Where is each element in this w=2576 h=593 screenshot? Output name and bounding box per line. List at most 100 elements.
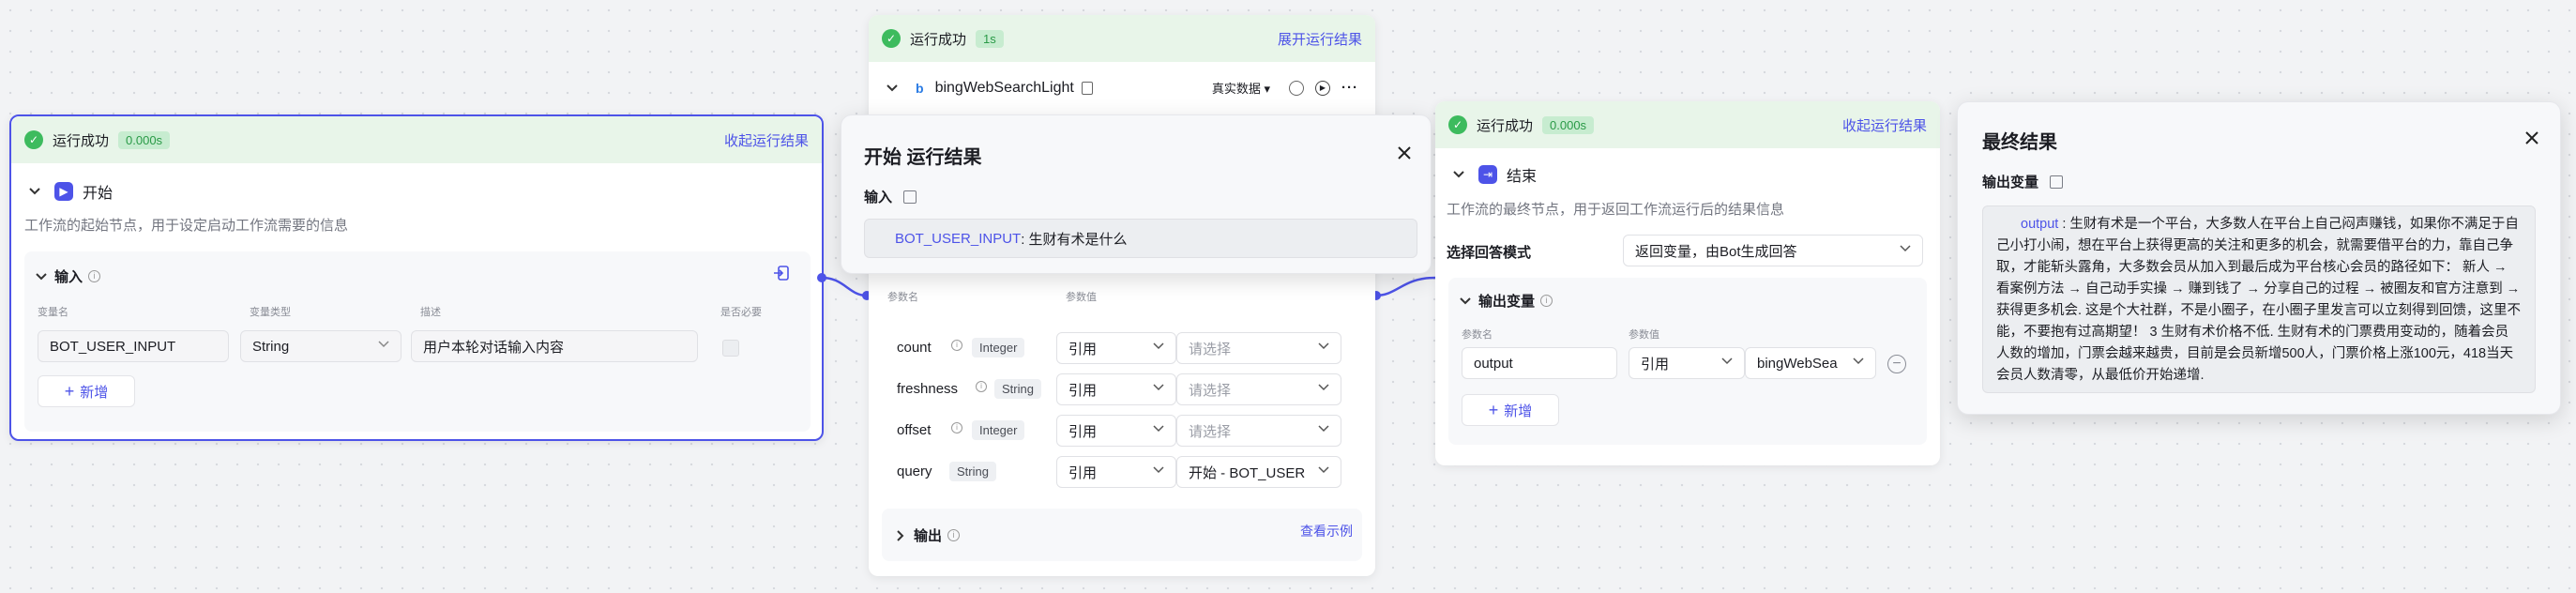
chevron-down-icon[interactable] bbox=[1452, 168, 1465, 181]
remove-icon[interactable]: − bbox=[1887, 355, 1906, 373]
section-title: 输入 bbox=[54, 269, 83, 285]
output-var-name-input[interactable]: output bbox=[1462, 347, 1617, 379]
data-mode-select[interactable]: 真实数据 ▾ bbox=[1212, 79, 1270, 97]
var-type-select[interactable]: String bbox=[240, 330, 402, 362]
required-checkbox[interactable] bbox=[722, 340, 739, 357]
status-text: 运行成功 bbox=[1477, 117, 1534, 134]
node-title: bingWebSearchLight bbox=[934, 79, 1074, 96]
param-value-select[interactable]: 请选择 bbox=[1176, 415, 1341, 447]
info-icon: i bbox=[951, 422, 962, 433]
data-mode-value: 真实数据 bbox=[1211, 82, 1261, 96]
param-type-tag: Integer bbox=[972, 338, 1025, 357]
copy-icon[interactable] bbox=[903, 190, 917, 204]
section-title: 输出 bbox=[914, 528, 943, 544]
output-variables-section: 输出变量 i 参数名 参数值 output 引用 bingWebSea − + … bbox=[1448, 278, 1927, 445]
param-row: count i Integer 引用 请选择 bbox=[897, 332, 1366, 366]
output-port[interactable] bbox=[817, 273, 826, 282]
output-section: 输出 i 查看示例 bbox=[882, 509, 1362, 561]
chevron-down-icon bbox=[1153, 466, 1164, 474]
end-status-bar: ✓ 运行成功 0.000s 收起运行结果 bbox=[1435, 101, 1940, 148]
var-type-value: String bbox=[252, 338, 290, 355]
param-mode-select[interactable]: 引用 bbox=[1056, 332, 1176, 364]
param-row: query String 引用 开始 - BOT_USER bbox=[897, 456, 1366, 490]
chevron-right-icon[interactable] bbox=[895, 529, 906, 541]
output-var-ref-select[interactable]: bingWebSea bbox=[1745, 347, 1876, 379]
add-button-label: 新增 bbox=[80, 384, 109, 401]
value-placeholder: 请选择 bbox=[1189, 341, 1232, 357]
debug-icon[interactable] bbox=[1289, 80, 1304, 96]
close-icon[interactable] bbox=[2524, 130, 2539, 145]
input-label: 输入 bbox=[864, 190, 893, 205]
node-description: 工作流的最终节点，用于返回工作流运行后的结果信息 bbox=[1447, 202, 1785, 218]
node-title: 结束 bbox=[1507, 169, 1538, 185]
param-mode-select[interactable]: 引用 bbox=[1056, 415, 1176, 447]
info-icon: i bbox=[88, 270, 101, 282]
param-mode-select[interactable]: 引用 bbox=[1056, 373, 1176, 405]
param-name: count bbox=[897, 340, 932, 356]
ref-value: bingWebSea bbox=[1757, 355, 1838, 372]
chevron-down-icon[interactable] bbox=[1460, 296, 1471, 307]
end-node[interactable]: ✓ 运行成功 0.000s 收起运行结果 ⇥ 结束 工作流的最终节点，用于返回工… bbox=[1435, 101, 1940, 465]
output-label: 输出变量 bbox=[1982, 175, 2039, 190]
var-name-input[interactable]: BOT_USER_INPUT bbox=[38, 330, 229, 362]
output-var-mode-select[interactable]: 引用 bbox=[1629, 347, 1745, 379]
node-description: 工作流的起始节点，用于设定启动工作流需要的信息 bbox=[24, 218, 349, 234]
param-type-tag: Integer bbox=[972, 420, 1025, 440]
answer-mode-select[interactable]: 返回变量，由Bot生成回答 bbox=[1623, 235, 1923, 266]
more-icon[interactable]: ··· bbox=[1341, 80, 1358, 96]
col-header-type: 变量类型 bbox=[250, 307, 291, 318]
input-key: BOT_USER_INPUT bbox=[895, 230, 1022, 247]
chevron-down-icon bbox=[1153, 342, 1164, 350]
col-header-name: 变量名 bbox=[38, 307, 68, 318]
run-time-badge: 0.000s bbox=[118, 130, 171, 149]
param-value-select[interactable]: 请选择 bbox=[1176, 373, 1341, 405]
start-node[interactable]: ✓ 运行成功 0.000s 收起运行结果 ▶ 开始 工作流的起始节点，用于设定启… bbox=[9, 114, 824, 441]
var-desc-input[interactable]: 用户本轮对话输入内容 bbox=[411, 330, 698, 362]
chevron-down-icon bbox=[1721, 357, 1733, 365]
plugin-status-bar: ✓ 运行成功 1s 展开运行结果 bbox=[869, 15, 1375, 62]
add-button-label: 新增 bbox=[1504, 403, 1533, 419]
plugin-node[interactable]: ✓ 运行成功 1s 展开运行结果 b bingWebSearchLight 真实… bbox=[869, 15, 1375, 576]
play-icon[interactable]: ▶ bbox=[1315, 80, 1330, 96]
param-row: offset i Integer 引用 请选择 bbox=[897, 415, 1366, 449]
answer-mode-label: 选择回答模式 bbox=[1447, 245, 1532, 261]
mode-value: 引用 bbox=[1068, 382, 1098, 399]
plus-icon: + bbox=[1488, 400, 1499, 419]
info-icon: i bbox=[976, 381, 987, 392]
success-check-icon: ✓ bbox=[1448, 115, 1467, 134]
view-example-link[interactable]: 查看示例 bbox=[1300, 522, 1353, 540]
add-variable-button[interactable]: + 新增 bbox=[38, 375, 135, 407]
section-title: 输出变量 bbox=[1478, 294, 1536, 310]
node-title: 开始 bbox=[83, 186, 114, 202]
chevron-down-icon bbox=[1153, 384, 1164, 391]
chevron-down-icon[interactable] bbox=[36, 271, 47, 282]
success-check-icon: ✓ bbox=[24, 130, 43, 149]
collapse-result-link[interactable]: 收起运行结果 bbox=[724, 130, 809, 150]
mode-value: 引用 bbox=[1068, 423, 1098, 440]
expand-result-link[interactable]: 展开运行结果 bbox=[1278, 29, 1362, 49]
param-value-select[interactable]: 请选择 bbox=[1176, 332, 1341, 364]
chevron-down-icon bbox=[1318, 466, 1329, 474]
copy-icon[interactable] bbox=[2050, 175, 2064, 189]
add-variable-button[interactable]: + 新增 bbox=[1462, 394, 1559, 426]
start-node-icon: ▶ bbox=[54, 182, 73, 201]
param-mode-select[interactable]: 引用 bbox=[1056, 456, 1176, 488]
import-icon[interactable] bbox=[773, 265, 790, 281]
end-node-icon: ⇥ bbox=[1478, 165, 1497, 184]
plus-icon: + bbox=[64, 381, 75, 401]
param-name: freshness bbox=[897, 381, 959, 397]
chevron-down-icon[interactable] bbox=[886, 82, 899, 95]
doc-icon[interactable] bbox=[1081, 81, 1093, 95]
close-icon[interactable] bbox=[1397, 145, 1412, 160]
value-placeholder: 请选择 bbox=[1189, 423, 1232, 440]
chevron-down-icon bbox=[1853, 357, 1864, 365]
input-section: 输入 i 变量名 变量类型 描述 是否必要 BOT_USER_INPUT Str… bbox=[24, 251, 811, 432]
chevron-down-icon[interactable] bbox=[28, 185, 41, 198]
collapse-result-link[interactable]: 收起运行结果 bbox=[1842, 115, 1927, 135]
param-value-select[interactable]: 开始 - BOT_USER bbox=[1176, 456, 1341, 488]
chevron-down-icon bbox=[1318, 342, 1329, 350]
output-value-box: output : 生财有术是一个平台，大多数人在平台上自己闷声赚钱，如果你不满足… bbox=[1982, 205, 2536, 393]
run-time-badge: 0.000s bbox=[1542, 115, 1595, 134]
answer-mode-value: 返回变量，由Bot生成回答 bbox=[1635, 243, 1797, 260]
info-icon: i bbox=[951, 340, 962, 351]
